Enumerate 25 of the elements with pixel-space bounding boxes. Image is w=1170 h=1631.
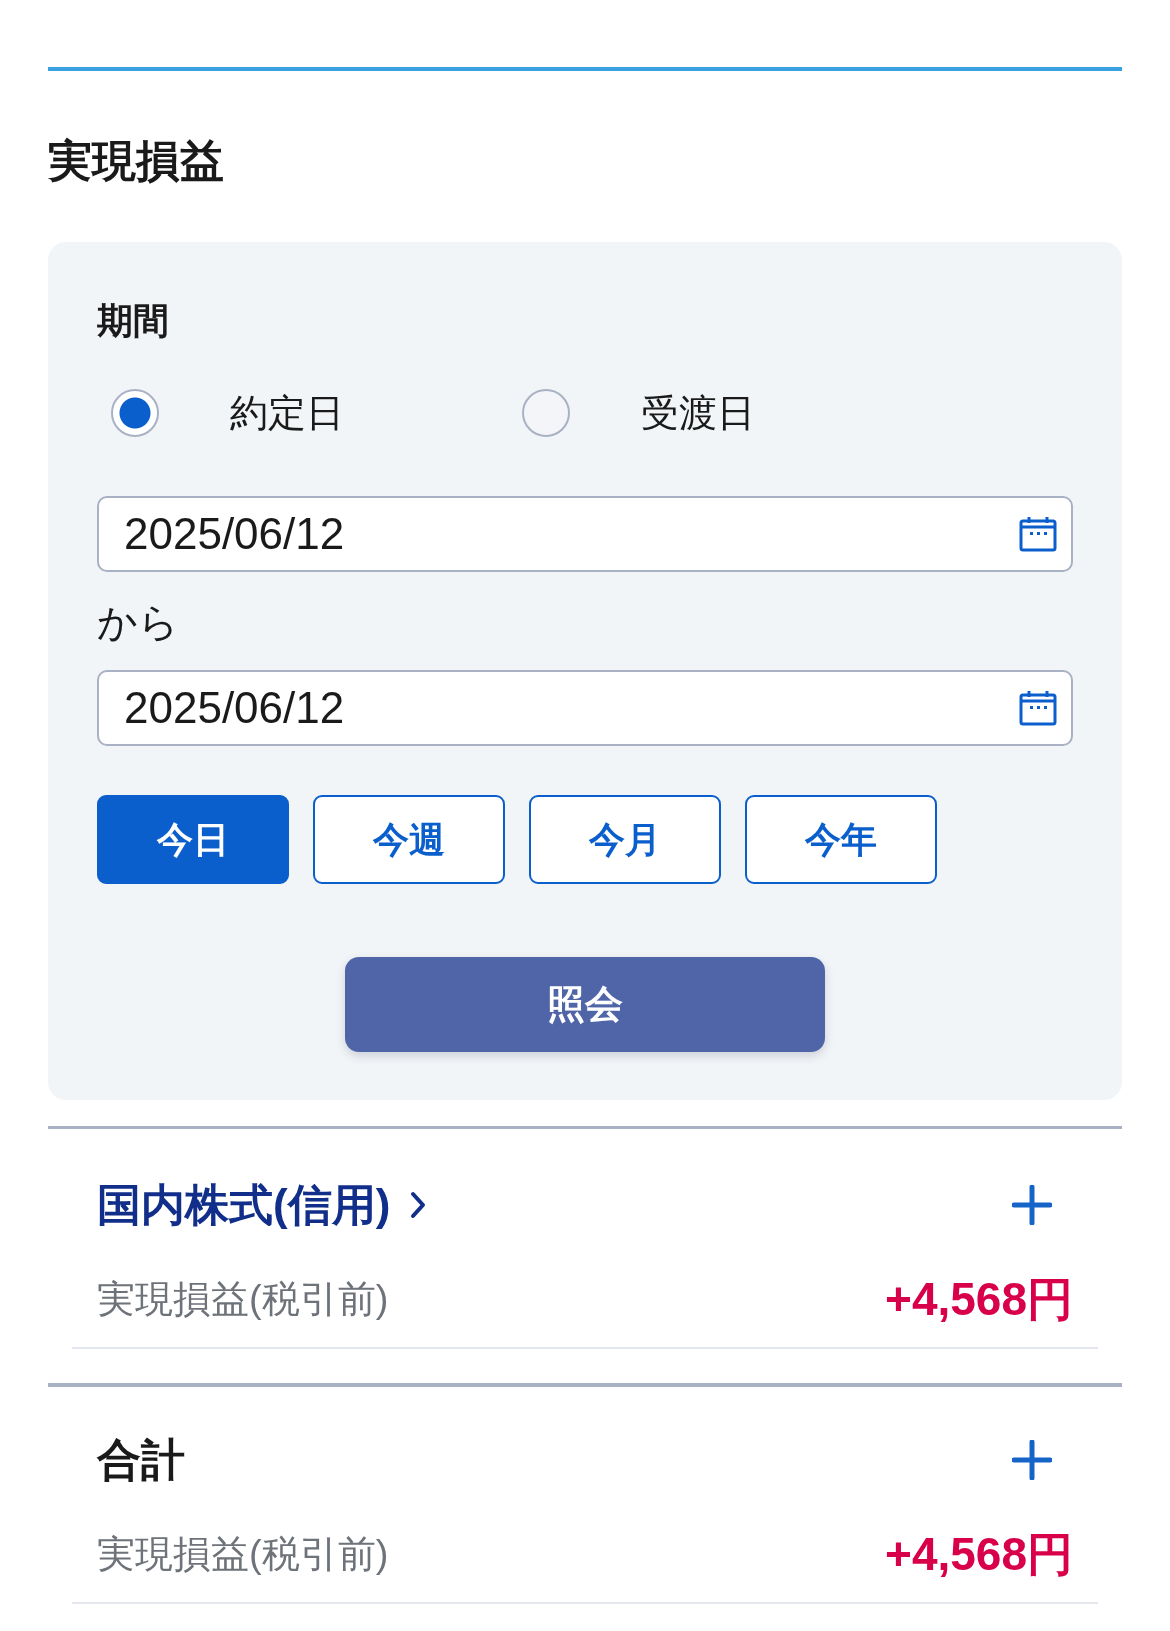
section-title: 合計 [97, 1435, 185, 1485]
preset-button[interactable]: 今年 [745, 795, 937, 884]
section-link[interactable]: 国内株式(信用) [97, 1180, 427, 1230]
submit-button[interactable]: 照会 [345, 957, 825, 1052]
radio-label[interactable]: 受渡日 [641, 389, 755, 437]
plus-icon[interactable] [1012, 1440, 1052, 1480]
plus-icon[interactable] [1012, 1185, 1052, 1225]
period-label: 期間 [97, 300, 170, 342]
radio-button[interactable] [522, 389, 570, 437]
date-field[interactable]: 2025/06/12 [97, 670, 1073, 746]
chevron-right-icon [410, 1191, 427, 1219]
calendar-icon[interactable] [1019, 516, 1057, 552]
preset-button[interactable]: 今週 [313, 795, 505, 884]
preset-button[interactable]: 今月 [529, 795, 721, 884]
row-label: 実現損益(税引前) [97, 1277, 389, 1322]
calendar-icon[interactable] [1019, 690, 1057, 726]
preset-button[interactable]: 今日 [97, 795, 289, 884]
date-field[interactable]: 2025/06/12 [97, 496, 1073, 572]
page-title: 実現損益 [48, 135, 225, 187]
row-value: +4,568円 [885, 1528, 1073, 1581]
radio-button[interactable] [111, 389, 159, 437]
row-value: +4,568円 [885, 1273, 1073, 1326]
row-label: 実現損益(税引前) [97, 1532, 389, 1577]
radio-label[interactable]: 約定日 [230, 389, 344, 437]
range-label: から [97, 599, 180, 646]
